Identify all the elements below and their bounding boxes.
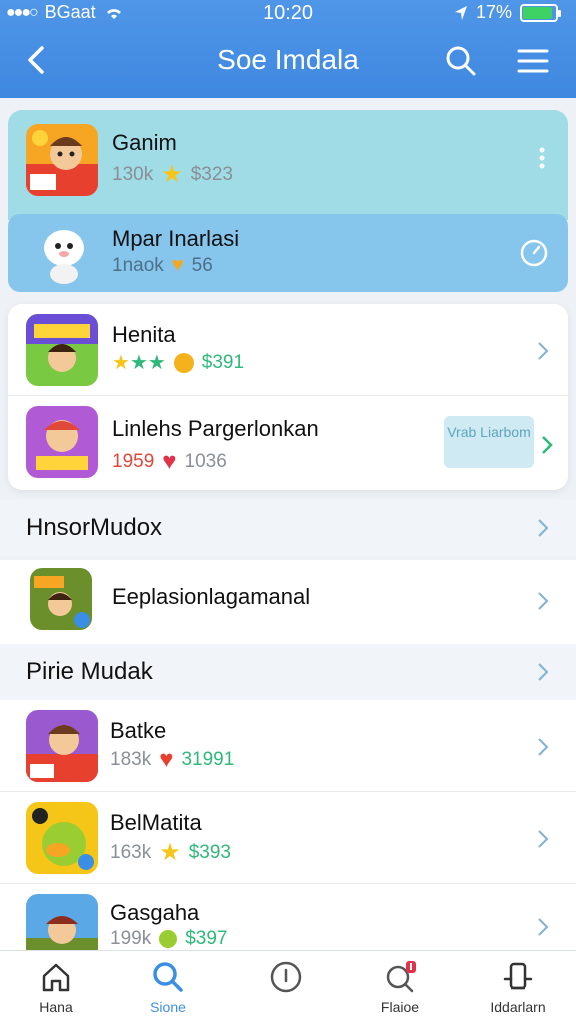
chevron-right-icon[interactable] [536,828,550,850]
game-app-icon [30,568,92,630]
star-icon: ★ [161,161,183,188]
chevron-right-icon[interactable] [536,517,550,539]
status-bar: ●●●○ BGaat 10:20 17% [0,0,576,26]
bottom-tab-bar: Hana Sione Flaioe Iddarlarn [0,950,576,1024]
app-price: $391 [201,351,245,373]
featured-item-ganim[interactable]: Ganim 130k ★ $323 [8,110,568,220]
battery-percent: 17% [475,2,512,22]
app-meta: 1959 ♥ 1036 [112,448,227,476]
heart-icon: ♥ [159,746,174,773]
hamburger-menu-icon[interactable] [516,46,550,76]
app-price: $393 [188,841,231,863]
list-item-belmatita[interactable]: BelMatita 163k ★ $393 [0,792,576,884]
section-title: HnsorMudox [26,514,163,541]
download-count: 1036 [184,451,227,472]
tab-profile[interactable]: Iddarlarn [468,959,568,1015]
list-item-batke[interactable]: Batke 183k ♥ 31991 [0,700,576,792]
app-meta: 183k ♥ 31991 [110,746,234,774]
app-meta: 199k $397 [110,928,227,950]
chevron-right-icon[interactable] [536,661,550,683]
more-options-icon[interactable] [538,146,546,170]
coin-icon [159,930,178,948]
game-app-icon [26,314,98,386]
search-icon [153,962,183,992]
tab-home[interactable]: Hana [6,959,106,1015]
tab-search[interactable]: Sione [118,959,218,1015]
app-price: 1959 [112,451,155,472]
tab-label: Flaioe [380,999,420,1015]
list-item-eeplasion[interactable]: Eeplasionlagamanal [0,560,576,644]
app-card-group: Henita ★★★ $391 Linlehs Pargerlonkan 195… [8,304,568,490]
download-count: 199k [110,928,152,949]
action-button[interactable]: Vrab Liarbom [444,416,534,468]
tab-label: Hana [39,999,73,1015]
app-meta: 1naok ♥ 56 [112,254,213,277]
game-app-icon [26,710,98,782]
rating-stars-icon: ★★★ [112,352,166,374]
tab-info[interactable] [236,959,336,999]
chevron-right-icon[interactable] [536,590,550,612]
app-name: Ganim [112,130,177,155]
mascot-app-icon [44,230,84,284]
game-app-icon [26,406,98,478]
list-item-linlehs[interactable]: Linlehs Pargerlonkan 1959 ♥ 1036 Vrab Li… [8,396,568,490]
game-app-icon [26,124,98,196]
home-icon [42,963,70,992]
search-icon[interactable] [444,44,478,78]
section-title: Pirie Mudak [26,658,153,685]
chevron-right-icon[interactable] [540,434,554,456]
app-price: $323 [190,163,233,185]
app-meta: 163k ★ $393 [110,838,231,867]
game-app-icon [26,802,98,874]
app-name: BelMatita [110,810,202,835]
app-name: Henita [112,322,176,347]
coin-icon [173,352,194,373]
info-icon [270,961,302,993]
tab-label: Sione [150,999,186,1015]
download-count: 183k [110,749,152,770]
app-meta: ★★★ $391 [112,350,244,375]
clock-icon[interactable] [520,239,548,267]
app-name: Gasgaha [110,900,200,925]
app-price: 56 [191,254,213,276]
location-arrow-icon [454,5,467,20]
game-app-icon [26,894,98,950]
section-header-pirie-mudak[interactable]: Pirie Mudak [0,644,576,700]
featured-item-mpar[interactable]: Mpar Inarlasi 1naok ♥ 56 [8,214,568,292]
tab-notifications[interactable]: Flaioe [350,959,450,1015]
list-item-henita[interactable]: Henita ★★★ $391 [8,304,568,396]
app-price: 31991 [181,749,235,770]
section-header-hnsormudox[interactable]: HnsorMudox [0,500,576,556]
app-price: $397 [185,928,228,949]
app-name: Eeplasionlagamanal [112,584,311,609]
app-name: Mpar Inarlasi [112,226,240,251]
app-header: ●●●○ BGaat 10:20 17% Soe Imdala [0,0,576,98]
app-name: Linlehs Pargerlonkan [112,416,319,441]
star-icon: ★ [159,839,181,866]
chevron-right-icon[interactable] [536,340,550,362]
app-name: Batke [110,718,167,743]
battery-icon [520,3,561,22]
download-count: 163k [110,841,152,863]
download-count: 1naok [112,254,164,276]
app-meta: 130k ★ $323 [112,160,233,189]
heart-icon: ♥ [162,448,177,475]
nav-bar: Soe Imdala [0,36,576,86]
profile-icon [503,962,533,990]
page-title: Soe Imdala [217,44,359,75]
download-count: 130k [112,163,154,185]
tab-label: Iddarlarn [490,999,546,1015]
notification-icon [386,961,416,993]
chevron-right-icon[interactable] [536,916,550,938]
heart-icon: ♥ [171,254,184,276]
chevron-right-icon[interactable] [536,736,550,758]
list-item-gasgaha[interactable]: Gasgaha 199k $397 [0,884,576,950]
